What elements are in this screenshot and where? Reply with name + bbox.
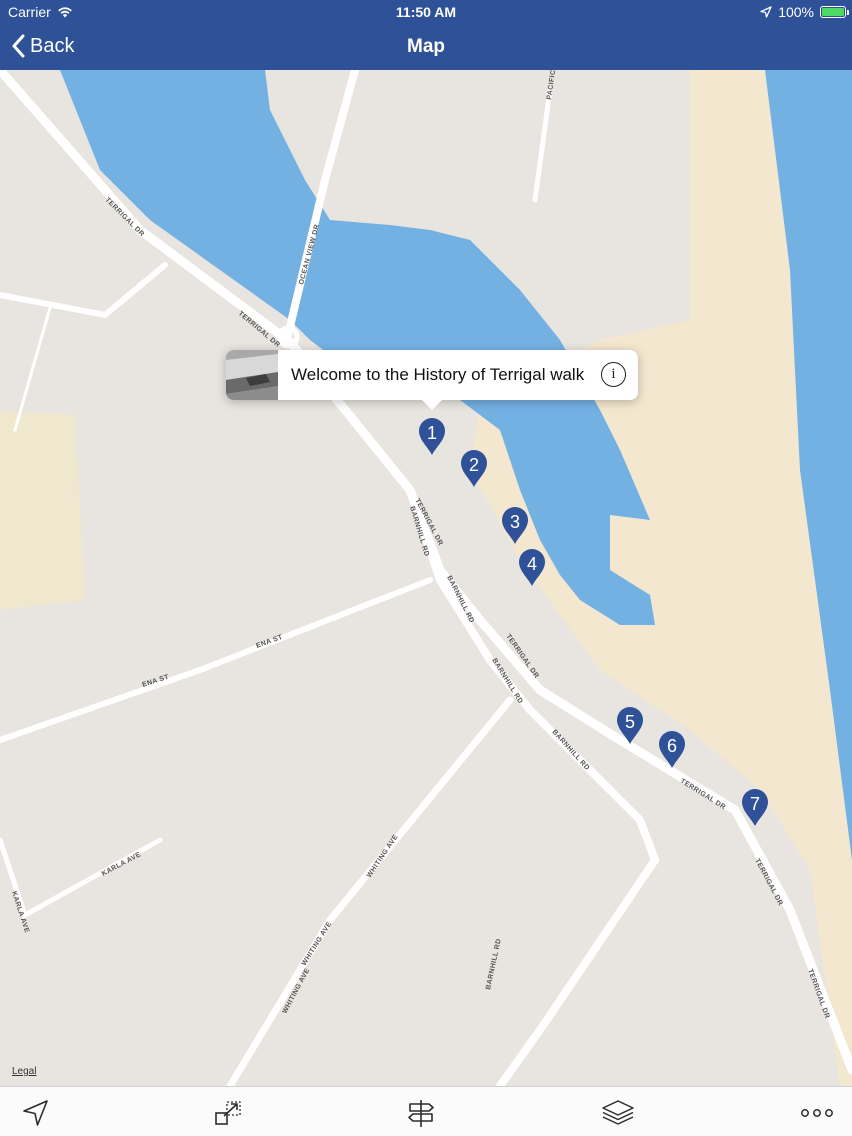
back-label: Back bbox=[30, 34, 75, 57]
page-title: Map bbox=[407, 36, 445, 57]
expand-icon bbox=[215, 1101, 241, 1125]
expand-button[interactable] bbox=[212, 1097, 244, 1129]
map-pin-3[interactable]: 3 bbox=[501, 507, 529, 545]
map-pin-1[interactable]: 1 bbox=[418, 418, 446, 456]
callout-thumbnail bbox=[226, 350, 278, 400]
pin-number: 2 bbox=[468, 455, 479, 475]
map-pin-5[interactable]: 5 bbox=[616, 707, 644, 745]
battery-icon bbox=[820, 6, 849, 18]
directions-button[interactable] bbox=[405, 1097, 437, 1129]
location-button[interactable] bbox=[20, 1097, 52, 1129]
map-callout[interactable]: Welcome to the History of Terrigal walk … bbox=[226, 350, 638, 410]
pin-number: 1 bbox=[426, 423, 437, 443]
more-button[interactable] bbox=[800, 1097, 834, 1129]
map-pin-7[interactable]: 7 bbox=[741, 789, 769, 827]
pin-number: 7 bbox=[749, 794, 760, 814]
map-view[interactable]: TERRIGAL DR TERRIGAL DR TERRIGAL DR TERR… bbox=[0, 70, 852, 1086]
pin-number: 4 bbox=[526, 554, 537, 574]
map-canvas: TERRIGAL DR TERRIGAL DR TERRIGAL DR TERR… bbox=[0, 70, 852, 1086]
pin-number: 6 bbox=[666, 736, 677, 756]
navigation-bar: Back Map bbox=[0, 24, 852, 70]
pin-number: 5 bbox=[624, 712, 635, 732]
map-pin-6[interactable]: 6 bbox=[658, 731, 686, 769]
chevron-left-icon bbox=[12, 34, 25, 58]
info-icon[interactable]: i bbox=[601, 362, 626, 387]
status-bar: Carrier 11:50 AM 100% bbox=[0, 0, 852, 24]
back-button[interactable]: Back bbox=[12, 34, 74, 58]
location-arrow-icon bbox=[760, 6, 772, 18]
bottom-toolbar bbox=[0, 1086, 852, 1136]
status-time: 11:50 AM bbox=[395, 4, 457, 20]
legal-link[interactable]: Legal bbox=[12, 1066, 36, 1077]
location-arrow-icon bbox=[23, 1100, 48, 1126]
more-icon bbox=[801, 1109, 833, 1117]
map-pin-4[interactable]: 4 bbox=[518, 549, 546, 587]
signpost-icon bbox=[408, 1100, 434, 1127]
map-pin-2[interactable]: 2 bbox=[460, 450, 488, 488]
battery-percent: 100% bbox=[778, 4, 814, 20]
layers-icon bbox=[602, 1100, 634, 1125]
status-right: 100% bbox=[760, 4, 849, 20]
pin-number: 3 bbox=[509, 512, 520, 532]
callout-title: Welcome to the History of Terrigal walk bbox=[291, 365, 585, 384]
layers-button[interactable] bbox=[601, 1097, 634, 1129]
